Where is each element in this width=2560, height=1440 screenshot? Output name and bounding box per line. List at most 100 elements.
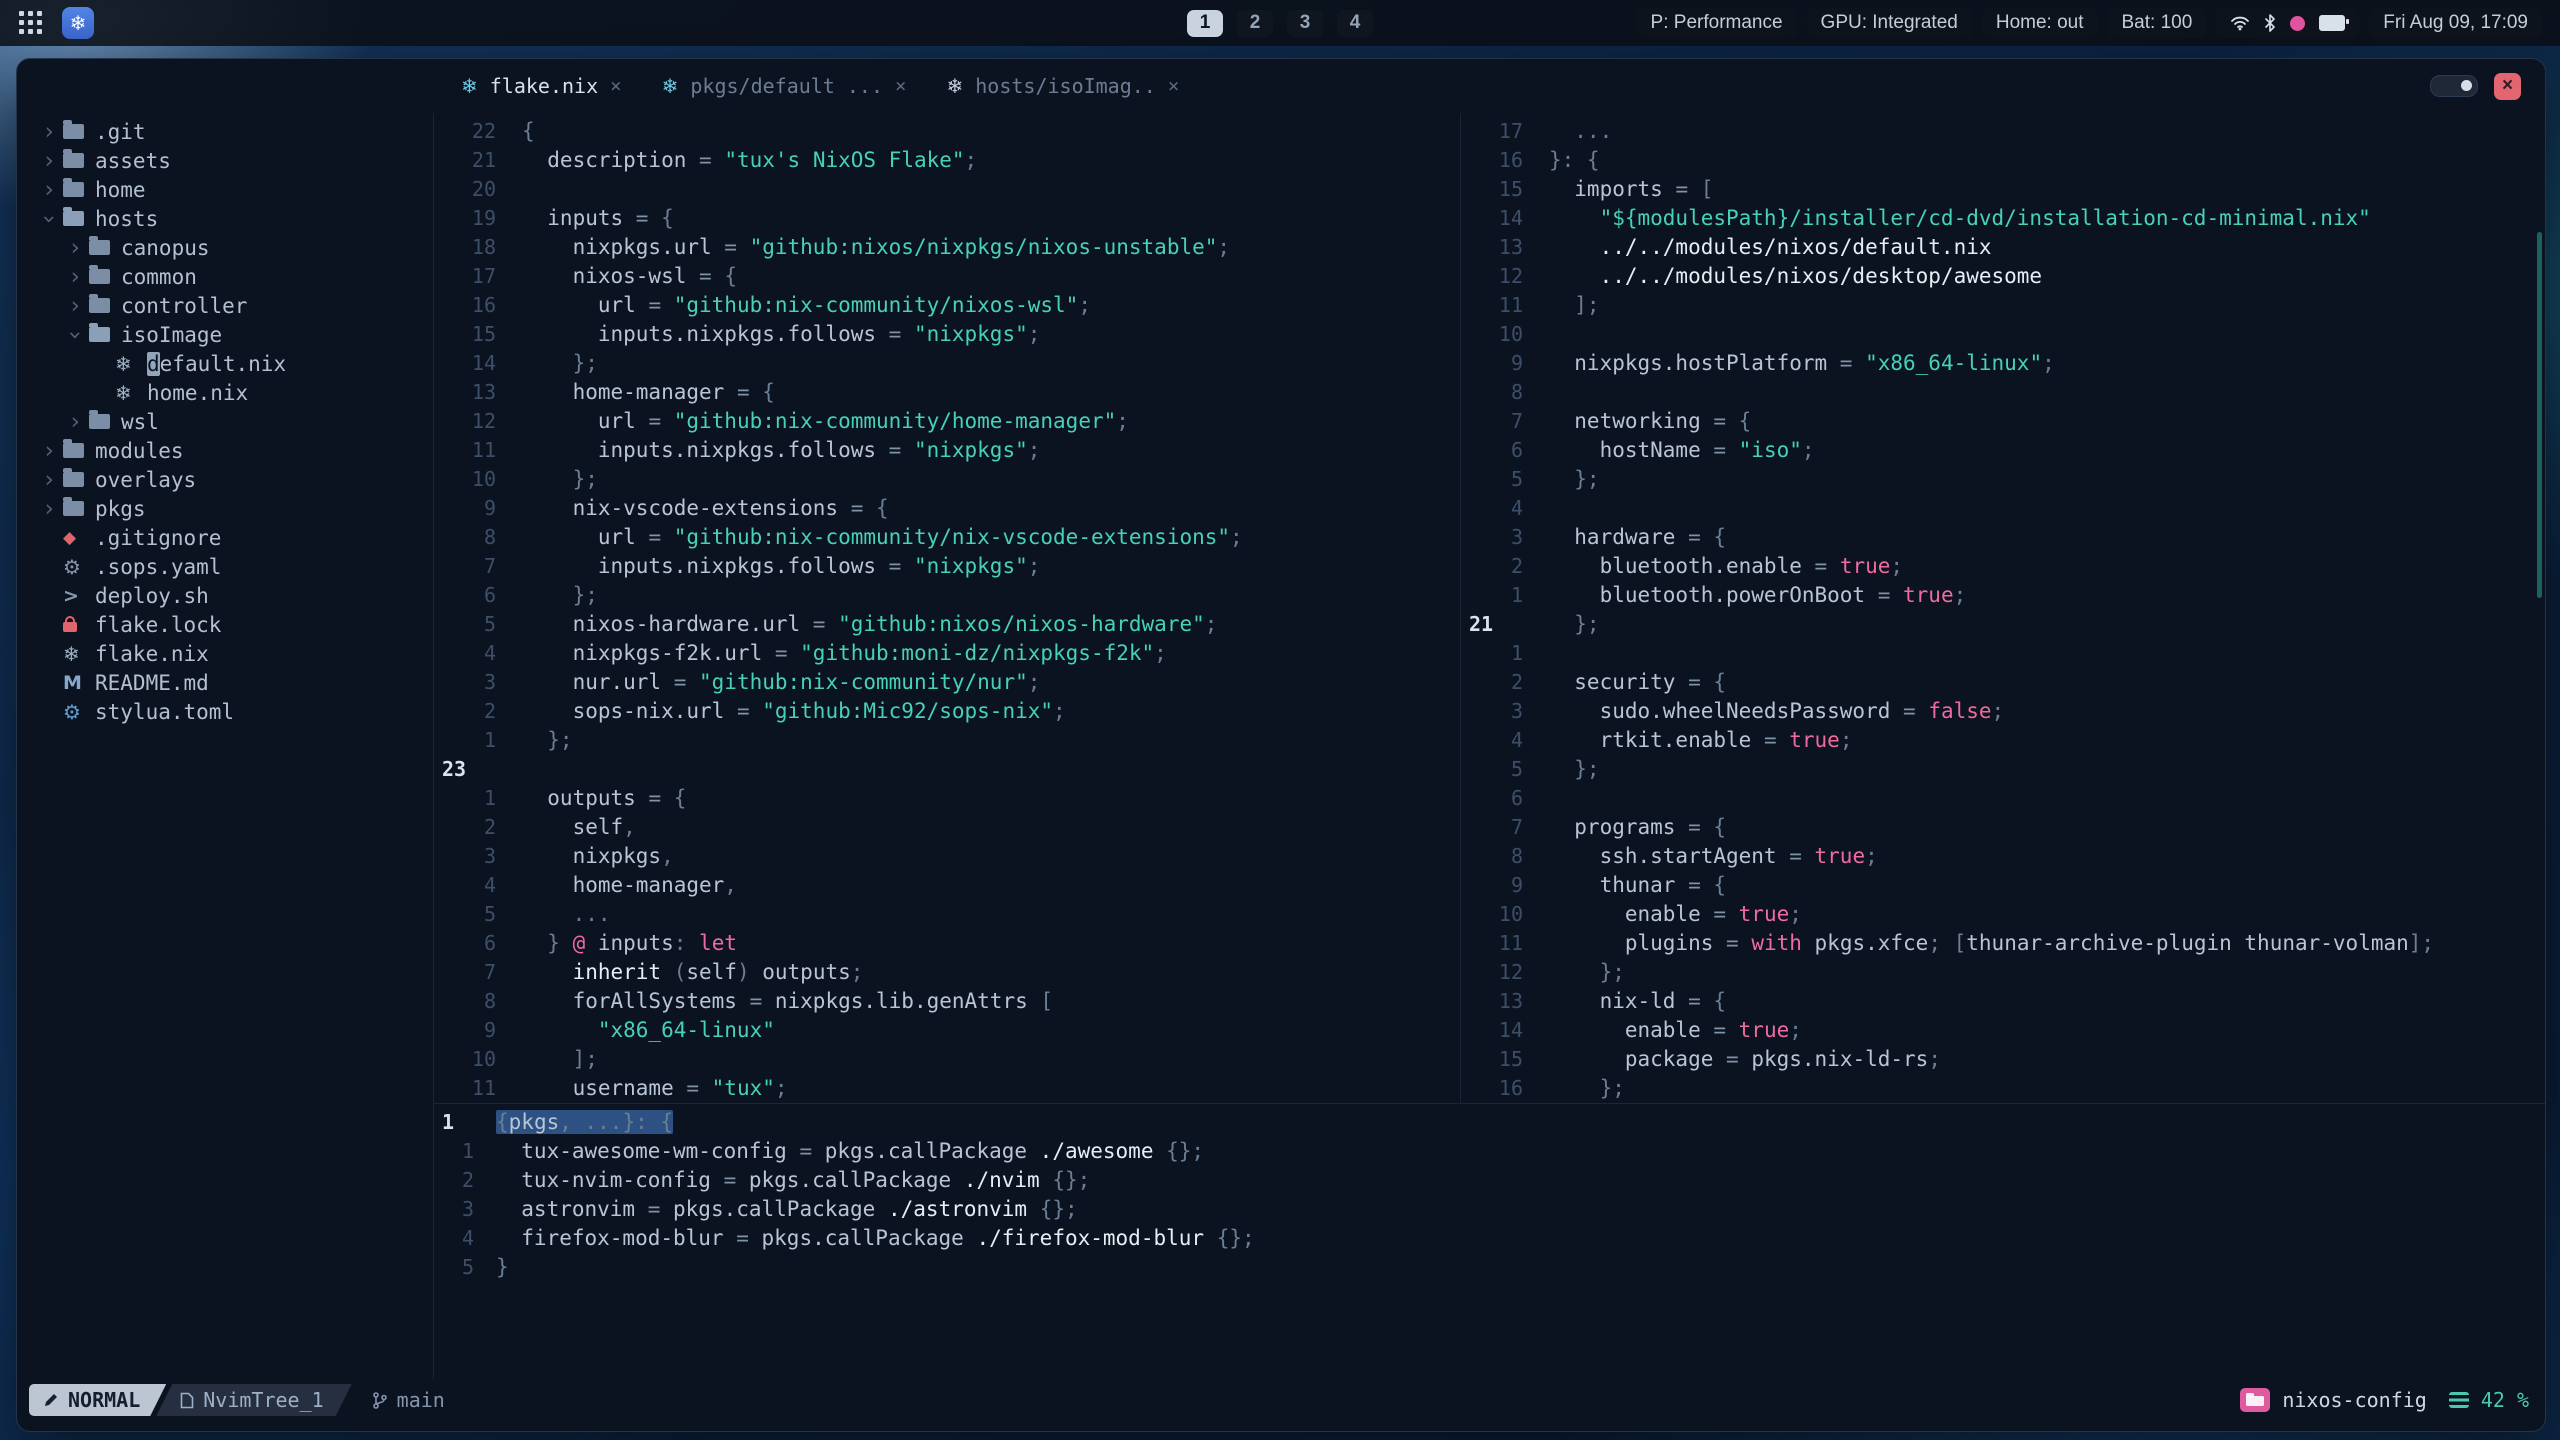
status-pill-gpu[interactable]: GPU: Integrated (1806, 8, 1972, 38)
code-line[interactable]: 1 }; (434, 725, 1460, 754)
code-line[interactable]: 4 nixpkgs-f2k.url = "github:moni-dz/nixp… (434, 638, 1460, 667)
tree-item-flake-lock[interactable]: flake.lock (17, 610, 433, 639)
tree-item-git[interactable]: › .git (17, 117, 433, 146)
code-line[interactable]: 3 astronvim = pkgs.callPackage ./astronv… (434, 1194, 2545, 1223)
tree-item-sops-yaml[interactable]: ⚙ .sops.yaml (17, 552, 433, 581)
code-line[interactable]: 10 (1461, 319, 2545, 348)
code-line[interactable]: 5} (434, 1252, 2545, 1281)
code-line[interactable]: 7 networking = { (1461, 406, 2545, 435)
code-line[interactable]: 20 (434, 174, 1460, 203)
code-line[interactable]: 2 self, (434, 812, 1460, 841)
bluetooth-icon[interactable] (2264, 14, 2276, 32)
tree-item-gitignore[interactable]: ◆ .gitignore (17, 523, 433, 552)
tab-close-icon[interactable]: × (610, 75, 621, 97)
code-line[interactable]: 23 (434, 754, 1460, 783)
code-line[interactable]: 4 firefox-mod-blur = pkgs.callPackage ./… (434, 1223, 2545, 1252)
code-line[interactable]: 2 bluetooth.enable = true; (1461, 551, 2545, 580)
tree-item-common[interactable]: › common (17, 262, 433, 291)
code-line[interactable]: 11 inputs.nixpkgs.follows = "nixpkgs"; (434, 435, 1460, 464)
code-line[interactable]: 3 nur.url = "github:nix-community/nur"; (434, 667, 1460, 696)
code-line[interactable]: 6 } @ inputs: let (434, 928, 1460, 957)
code-line[interactable]: 8 ssh.startAgent = true; (1461, 841, 2545, 870)
clock[interactable]: Fri Aug 09, 17:09 (2369, 8, 2542, 38)
code-line[interactable]: 2 tux-nvim-config = pkgs.callPackage ./n… (434, 1165, 2545, 1194)
code-line[interactable]: 17 nixos-wsl = { (434, 261, 1460, 290)
code-line[interactable]: 1 tux-awesome-wm-config = pkgs.callPacka… (434, 1136, 2545, 1165)
code-line[interactable]: 21 }; (1461, 609, 2545, 638)
code-line[interactable]: 16}: { (1461, 145, 2545, 174)
code-line[interactable]: 17 ... (1461, 116, 2545, 145)
code-line[interactable]: 2 sops-nix.url = "github:Mic92/sops-nix"… (434, 696, 1460, 725)
tree-item-readme-md[interactable]: M README.md (17, 668, 433, 697)
code-line[interactable]: 4 (1461, 493, 2545, 522)
code-line[interactable]: 16 }; (1461, 1073, 2545, 1102)
code-line[interactable]: 13 nix-ld = { (1461, 986, 2545, 1015)
code-line[interactable]: 12 ../../modules/nixos/desktop/awesome (1461, 261, 2545, 290)
code-line[interactable]: 12 url = "github:nix-community/home-mana… (434, 406, 1460, 435)
tab-hosts-isoimag[interactable]: ❄ hosts/isoImag.. × (946, 74, 1179, 98)
code-line[interactable]: 10 ]; (434, 1044, 1460, 1073)
tree-item-canopus[interactable]: › canopus (17, 233, 433, 262)
code-line[interactable]: 7 programs = { (1461, 812, 2545, 841)
code-line[interactable]: 21 description = "tux's NixOS Flake"; (434, 145, 1460, 174)
tree-item-hosts[interactable]: › hosts (17, 204, 433, 233)
workspace-button-3[interactable]: 3 (1287, 9, 1323, 37)
tree-item-modules[interactable]: › modules (17, 436, 433, 465)
workspace-button-1[interactable]: 1 (1187, 9, 1223, 37)
code-line[interactable]: 14 "${modulesPath}/installer/cd-dvd/inst… (1461, 203, 2545, 232)
code-line[interactable]: 3 nixpkgs, (434, 841, 1460, 870)
tab-flake-nix[interactable]: ❄ flake.nix × (461, 74, 622, 98)
toggle-button[interactable] (2430, 75, 2478, 97)
tab-pkgs-default[interactable]: ❄ pkgs/default ... × (662, 74, 907, 98)
code-line[interactable]: 6 hostName = "iso"; (1461, 435, 2545, 464)
code-line[interactable]: 9 "x86_64-linux" (434, 1015, 1460, 1044)
code-line[interactable]: 18 nixpkgs.url = "github:nixos/nixpkgs/n… (434, 232, 1460, 261)
workspace-button-2[interactable]: 2 (1237, 9, 1273, 37)
tree-item-flake-nix[interactable]: ❄ flake.nix (17, 639, 433, 668)
code-line[interactable]: 1 {pkgs, ...}: { (434, 1107, 2545, 1136)
code-line[interactable]: 4 rtkit.enable = true; (1461, 725, 2545, 754)
code-line[interactable]: 9 nixpkgs.hostPlatform = "x86_64-linux"; (1461, 348, 2545, 377)
code-line[interactable]: 1 outputs = { (434, 783, 1460, 812)
code-line[interactable]: 3 sudo.wheelNeedsPassword = false; (1461, 696, 2545, 725)
nixos-logo-icon[interactable]: ❄ (62, 7, 94, 39)
status-pill-bat[interactable]: Bat: 100 (2107, 8, 2207, 38)
code-line[interactable]: 14 }; (434, 348, 1460, 377)
code-line[interactable]: 15 inputs.nixpkgs.follows = "nixpkgs"; (434, 319, 1460, 348)
code-line[interactable]: 6 (1461, 783, 2545, 812)
code-line[interactable]: 1 (1461, 638, 2545, 667)
code-line[interactable]: 15 imports = [ (1461, 174, 2545, 203)
code-line[interactable]: 8 forAllSystems = nixpkgs.lib.genAttrs [ (434, 986, 1460, 1015)
code-line[interactable]: 15 package = pkgs.nix-ld-rs; (1461, 1044, 2545, 1073)
tree-item-home-nix[interactable]: ❄ home.nix (17, 378, 433, 407)
code-line[interactable]: 7 inputs.nixpkgs.follows = "nixpkgs"; (434, 551, 1460, 580)
code-line[interactable]: 1 bluetooth.powerOnBoot = true; (1461, 580, 2545, 609)
window-close-button[interactable]: × (2494, 72, 2521, 100)
code-line[interactable]: 2 security = { (1461, 667, 2545, 696)
tree-item-stylua-toml[interactable]: ⚙ stylua.toml (17, 697, 433, 726)
tree-item-assets[interactable]: › assets (17, 146, 433, 175)
code-line[interactable]: 8 url = "github:nix-community/nix-vscode… (434, 522, 1460, 551)
indicator-dot-icon[interactable] (2290, 15, 2306, 31)
code-line[interactable]: 3 hardware = { (1461, 522, 2545, 551)
code-line[interactable]: 10 }; (434, 464, 1460, 493)
code-line[interactable]: 11 plugins = with pkgs.xfce; [thunar-arc… (1461, 928, 2545, 957)
workspace-button-4[interactable]: 4 (1337, 9, 1373, 37)
tree-item-pkgs[interactable]: › pkgs (17, 494, 433, 523)
code-line[interactable]: 16 url = "github:nix-community/nixos-wsl… (434, 290, 1460, 319)
scrollbar-thumb[interactable] (2537, 231, 2542, 599)
code-line[interactable]: 13 home-manager = { (434, 377, 1460, 406)
code-line[interactable]: 12 }; (1461, 957, 2545, 986)
code-line[interactable]: 5 }; (1461, 464, 2545, 493)
code-line[interactable]: 5 }; (1461, 754, 2545, 783)
code-line[interactable]: 11 ]; (1461, 290, 2545, 319)
tab-close-icon[interactable]: × (1168, 75, 1179, 97)
tree-item-default-nix[interactable]: ❄ default.nix (17, 349, 433, 378)
code-line[interactable]: 14 enable = true; (1461, 1015, 2545, 1044)
tree-item-deploy-sh[interactable]: > deploy.sh (17, 581, 433, 610)
code-line[interactable]: 7 inherit (self) outputs; (434, 957, 1460, 986)
code-line[interactable]: 5 ... (434, 899, 1460, 928)
code-line[interactable]: 5 nixos-hardware.url = "github:nixos/nix… (434, 609, 1460, 638)
wifi-icon[interactable] (2230, 15, 2250, 31)
status-pill-p[interactable]: P: Performance (1636, 8, 1797, 38)
